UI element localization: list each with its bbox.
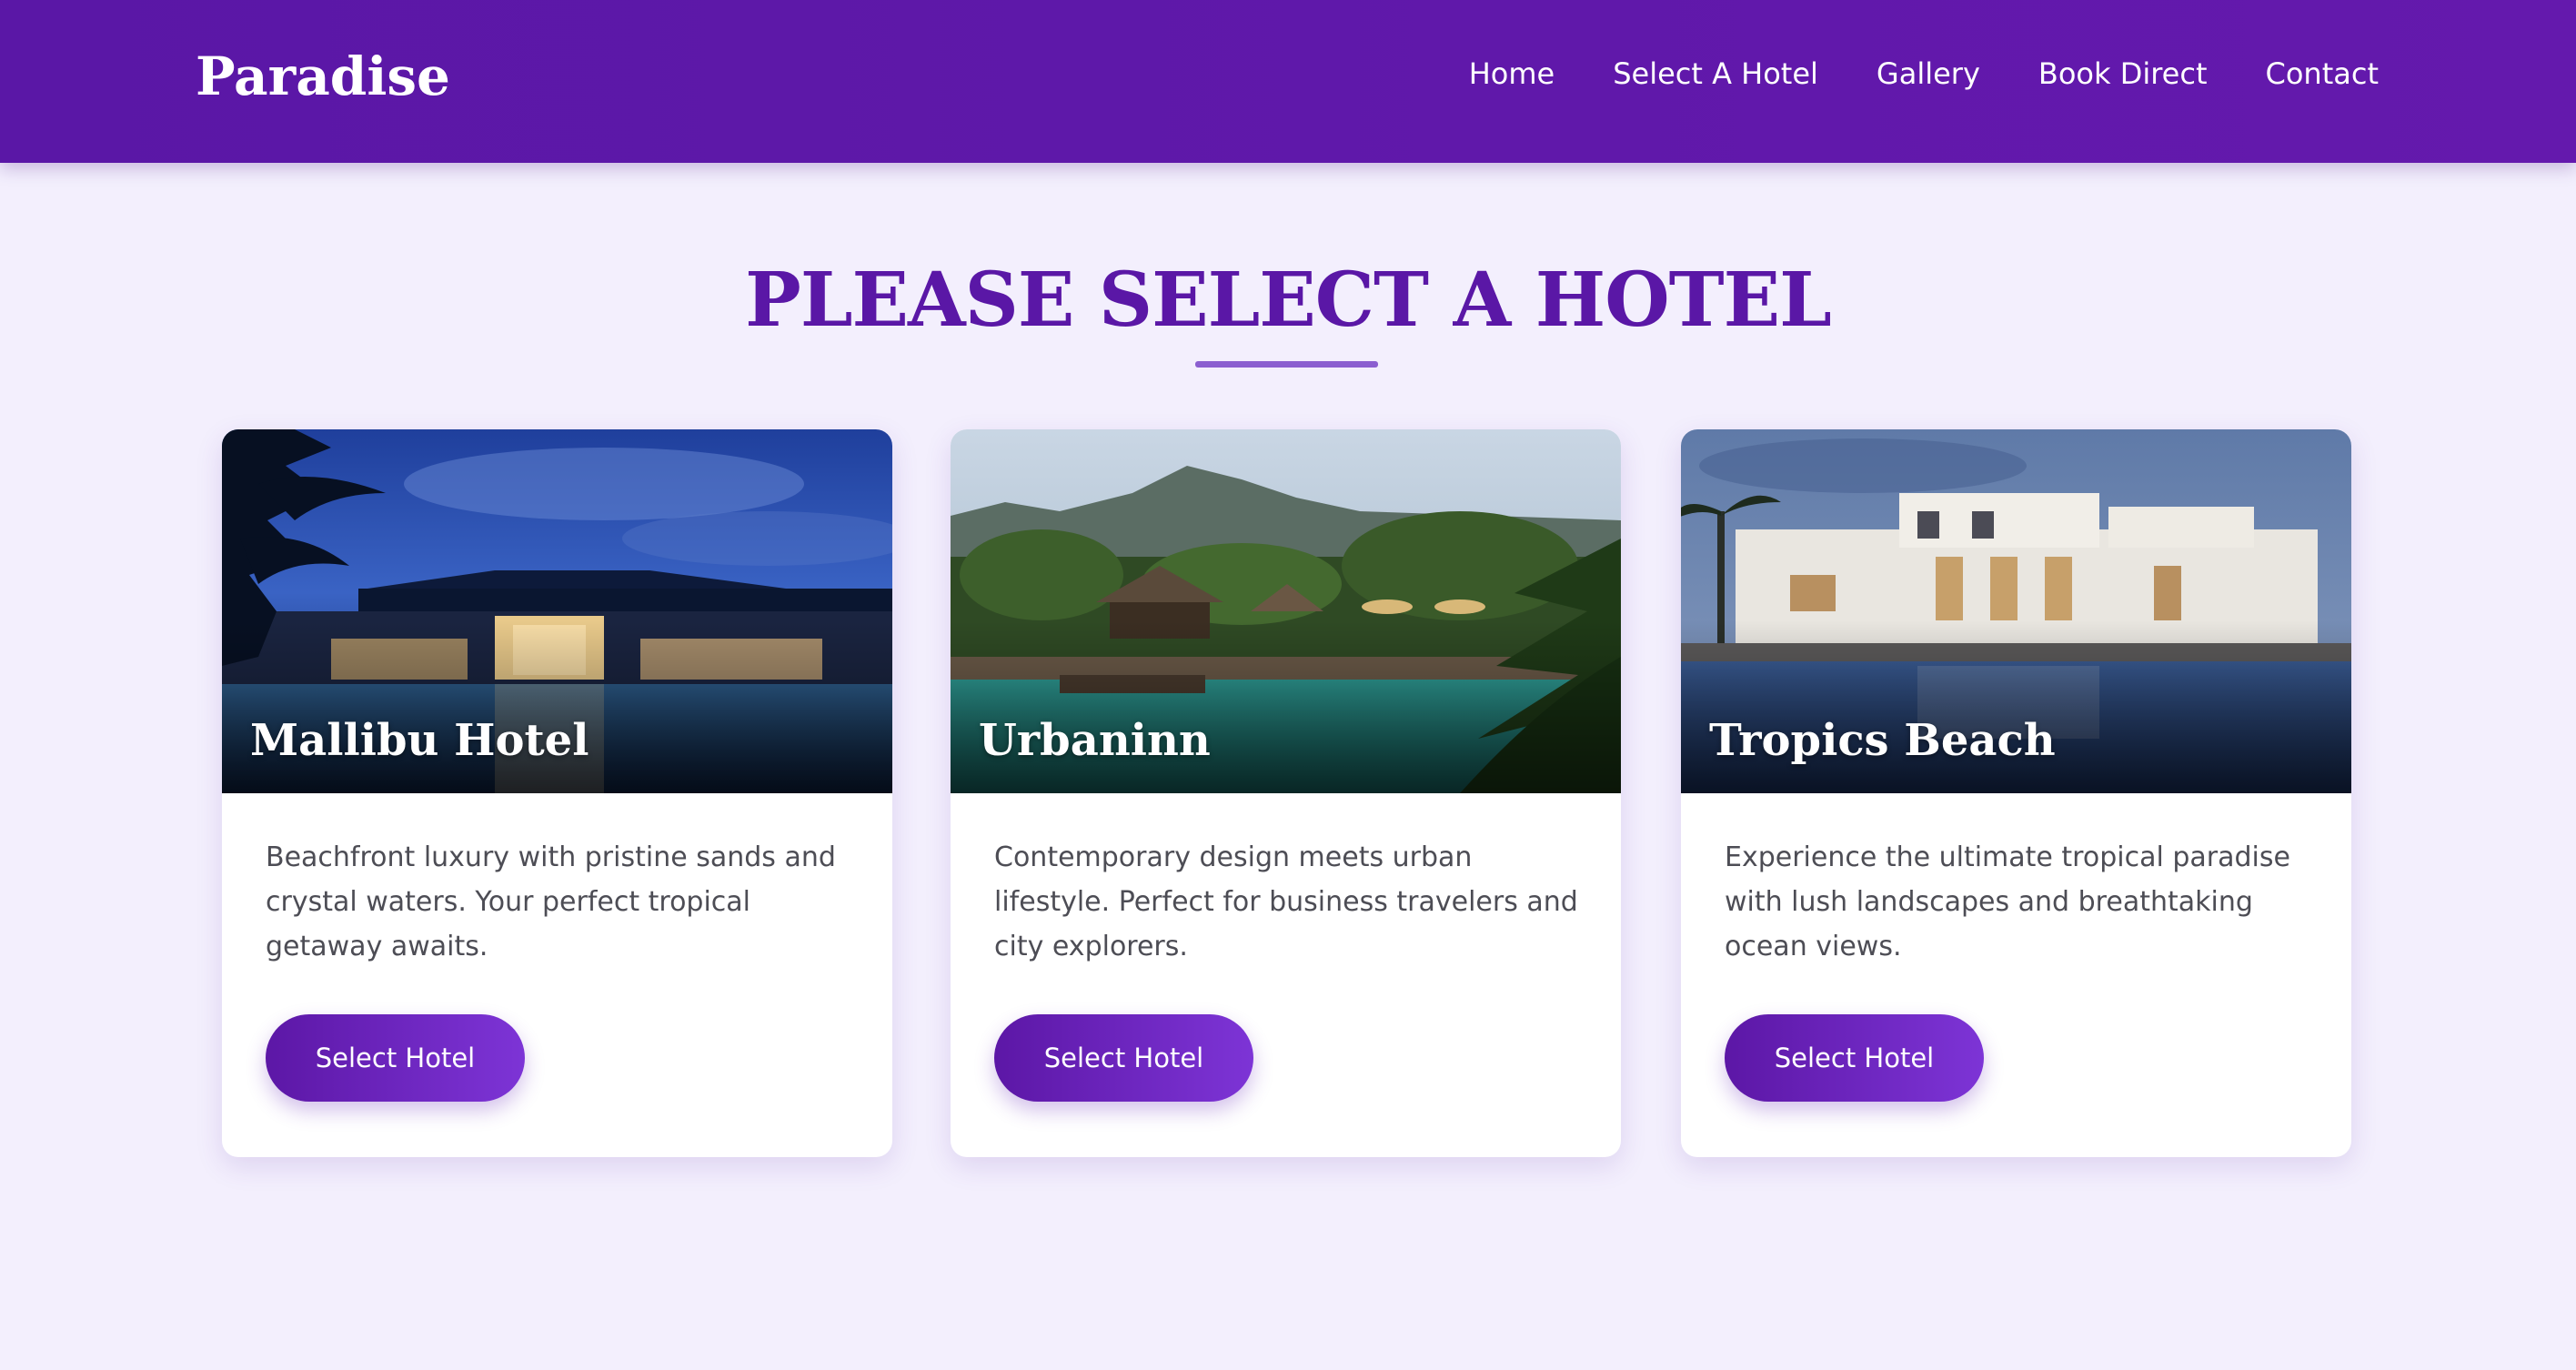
hotel-image-tropics-beach: Tropics Beach <box>1681 429 2351 793</box>
hotel-name: Urbaninn <box>979 715 1211 766</box>
image-shade <box>1681 620 2351 793</box>
site-logo[interactable]: Paradise <box>196 45 450 107</box>
nav-item-home[interactable]: Home <box>1469 56 1555 91</box>
nav-item-select-hotel[interactable]: Select A Hotel <box>1613 56 1818 91</box>
nav-item-contact[interactable]: Contact <box>2266 56 2380 91</box>
hotel-description: Beachfront luxury with pristine sands an… <box>266 841 836 962</box>
hotel-description: Contemporary design meets urban lifestyl… <box>994 841 1578 962</box>
hotel-name: Tropics Beach <box>1709 715 2056 766</box>
image-shade <box>951 620 1621 793</box>
hotel-card-tropics-beach: Tropics Beach Experience the ultimate tr… <box>1681 429 2351 1157</box>
main-nav: Home Select A Hotel Gallery Book Direct … <box>1469 56 2379 91</box>
hotel-name: Mallibu Hotel <box>250 715 589 766</box>
hotel-image-urbaninn: Urbaninn <box>951 429 1621 793</box>
select-hotel-button[interactable]: Select Hotel <box>1725 1014 1984 1102</box>
hotel-card-mallibu: Mallibu Hotel Beachfront luxury with pri… <box>222 429 892 1157</box>
page-title: PLEASE SELECT A HOTEL <box>745 257 1832 344</box>
image-shade <box>222 620 892 793</box>
nav-item-gallery[interactable]: Gallery <box>1877 56 1980 91</box>
select-hotel-button[interactable]: Select Hotel <box>994 1014 1253 1102</box>
nav-item-book-direct[interactable]: Book Direct <box>2038 56 2208 91</box>
select-hotel-button[interactable]: Select Hotel <box>266 1014 525 1102</box>
hotel-card-urbaninn: Urbaninn Contemporary design meets urban… <box>951 429 1621 1157</box>
hotel-description: Experience the ultimate tropical paradis… <box>1725 841 2290 962</box>
hotel-image-mallibu: Mallibu Hotel <box>222 429 892 793</box>
site-header: Paradise Home Select A Hotel Gallery Boo… <box>0 0 2576 163</box>
title-underline <box>1195 361 1378 368</box>
